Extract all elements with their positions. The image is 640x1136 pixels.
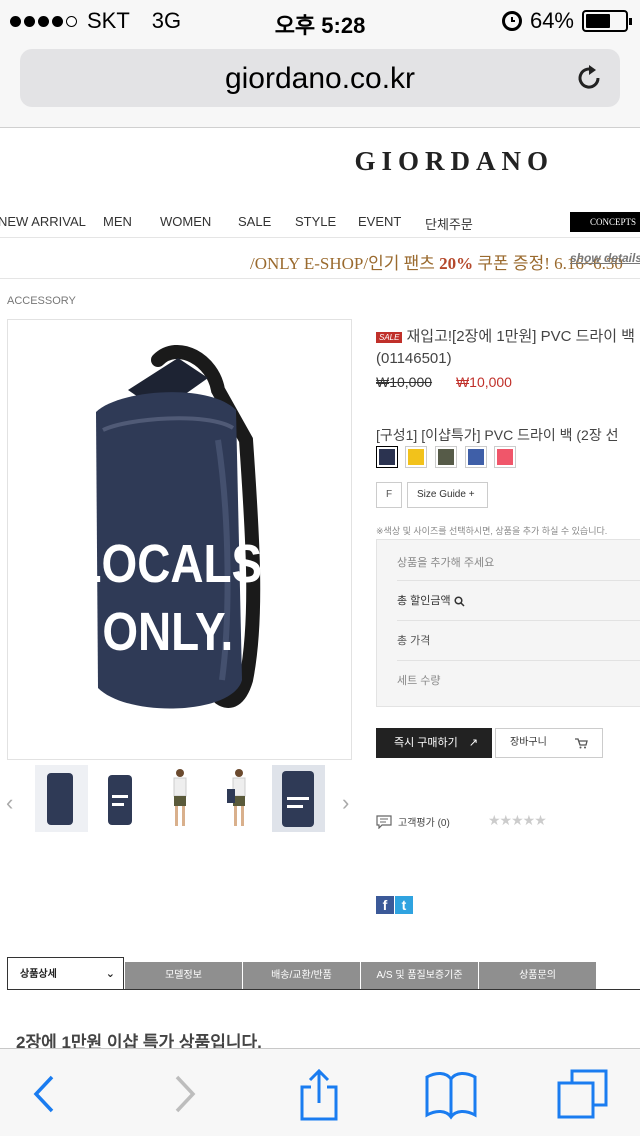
back-icon[interactable] — [18, 1067, 72, 1121]
share-icon[interactable] — [292, 1067, 346, 1121]
tab-model-info[interactable]: 모델정보 — [125, 962, 243, 989]
color-swatch-navy[interactable] — [376, 446, 398, 468]
product-main-image[interactable]: LOCALS ONLY. — [7, 319, 352, 760]
battery-icon — [582, 10, 632, 32]
price-row: ₩10,000 ₩10,000 — [376, 374, 512, 390]
option-note: ※색상 및 사이즈를 선택하시면, 상품을 추가 하실 수 있습니다. — [376, 526, 608, 536]
nav-item-event[interactable]: EVENT — [358, 214, 401, 229]
thumbnail-3[interactable] — [153, 765, 206, 832]
browser-toolbar — [0, 1048, 640, 1136]
chevron-down-icon: ⌄ — [105, 968, 115, 980]
color-swatch-blue[interactable] — [465, 446, 487, 468]
tab-warranty[interactable]: A/S 및 품질보증기준 — [361, 962, 479, 989]
divider — [397, 580, 640, 581]
cart-label: 장바구니 — [510, 737, 547, 748]
total-price-label: 총 가격 — [397, 635, 431, 647]
discount-label-row[interactable]: 총 할인금액 — [397, 592, 465, 608]
promo-text: /ONLY E-SHOP/인기 팬츠 — [250, 254, 440, 273]
tab-inquiry[interactable]: 상품문의 — [479, 962, 597, 989]
tab-product-detail-label: 상품상세 — [20, 969, 57, 980]
facebook-icon[interactable]: f — [376, 896, 394, 914]
promo-banner[interactable]: /ONLY E-SHOP/인기 팬츠 20% 쿠폰 증정! 6.16~6.30 … — [0, 245, 640, 279]
color-swatch-pink[interactable] — [494, 446, 516, 468]
size-guide-button[interactable]: Size Guide + — [407, 482, 488, 508]
buy-now-button[interactable]: 즉시 구매하기 ↗ — [376, 728, 492, 758]
forward-icon[interactable] — [157, 1067, 211, 1121]
review-row[interactable]: 고객평가 (0) — [376, 814, 450, 829]
cart-icon — [575, 738, 588, 749]
main-nav: NEW ARRIVAL MEN WOMEN SALE STYLE EVENT 단… — [0, 208, 640, 238]
tab-underline — [7, 989, 640, 990]
concepts-button[interactable]: CONCEPTS — [570, 212, 640, 232]
breadcrumb[interactable]: ACCESSORY — [7, 295, 76, 307]
order-summary-box: 상품을 추가해 주세요 총 할인금액 총 가격 세트 수량 — [376, 539, 640, 707]
nav-item-men[interactable]: MEN — [103, 214, 132, 229]
nav-item-sale[interactable]: SALE — [238, 214, 271, 229]
sale-badge: SALE — [376, 331, 403, 343]
bag-print-text-2: ONLY. — [102, 602, 233, 662]
social-share: f t — [376, 896, 413, 914]
promo-highlight: 20% — [439, 254, 474, 273]
original-price: ₩10,000 — [376, 374, 433, 390]
url-text[interactable]: giordano.co.kr — [20, 62, 620, 96]
discount-label: 총 할인금액 — [397, 595, 451, 607]
thumbnail-5[interactable] — [272, 765, 325, 832]
rating-stars: ★★★★★ — [488, 812, 547, 828]
detail-tabs: 모델정보 배송/교환/반품 A/S 및 품질보증기준 상품문의 상품상세 ⌄ — [7, 957, 597, 990]
tab-shipping[interactable]: 배송/교환/반품 — [243, 962, 361, 989]
battery-percent: 64% — [529, 8, 574, 33]
size-option[interactable]: F — [376, 482, 402, 508]
bag-print-text-1: LOCALS — [73, 534, 262, 594]
bookmarks-icon[interactable] — [424, 1067, 478, 1121]
site-logo[interactable]: GIORDANO — [0, 146, 640, 177]
comment-icon — [376, 814, 392, 829]
color-swatch-yellow[interactable] — [405, 446, 427, 468]
set-quantity-label: 세트 수량 — [397, 675, 441, 687]
product-title: 재입고![2장에 1만원] PVC 드라이 백 — [406, 328, 635, 345]
address-bar[interactable]: giordano.co.kr — [20, 49, 620, 107]
reload-icon[interactable] — [574, 63, 604, 93]
nav-item-women[interactable]: WOMEN — [160, 214, 211, 229]
color-swatch-olive[interactable] — [435, 446, 457, 468]
nav-item-style[interactable]: STYLE — [295, 214, 336, 229]
product-code: (01146501) — [376, 350, 452, 367]
browser-address-area: giordano.co.kr — [0, 40, 640, 128]
add-to-cart-button[interactable]: 장바구니 — [495, 728, 603, 758]
arrow-up-right-icon: ↗ — [468, 737, 478, 749]
divider — [397, 660, 640, 661]
review-label: 고객평가 (0) — [398, 818, 450, 829]
twitter-icon[interactable]: t — [395, 896, 413, 914]
search-icon[interactable] — [454, 596, 465, 607]
tab-product-detail[interactable]: 상품상세 ⌄ — [7, 957, 124, 990]
divider — [397, 620, 640, 621]
status-bar: SKT 3G 오후 5:28 64% — [0, 0, 640, 40]
sale-price: ₩10,000 — [455, 374, 512, 390]
option-label: [구성1] [이샵특가] PVC 드라이 백 (2장 선 — [376, 427, 619, 443]
thumbnail-4[interactable] — [212, 765, 265, 832]
thumb-prev-arrow[interactable]: ‹ — [6, 790, 13, 816]
buy-now-label: 즉시 구매하기 — [394, 737, 458, 749]
alarm-icon — [501, 11, 522, 31]
thumbnail-1[interactable] — [35, 765, 88, 832]
thumbnail-2[interactable] — [94, 765, 147, 832]
show-details-link[interactable]: show details — [570, 251, 640, 265]
add-product-prompt: 상품을 추가해 주세요 — [397, 557, 495, 569]
tabs-icon[interactable] — [556, 1067, 610, 1121]
product-title-row: SALE 재입고![2장에 1만원] PVC 드라이 백 — [376, 325, 635, 346]
nav-item-group-order[interactable]: 단체주문 — [425, 214, 473, 233]
nav-item-new-arrival[interactable]: NEW ARRIVAL — [0, 214, 86, 229]
thumb-next-arrow[interactable]: › — [342, 790, 349, 816]
